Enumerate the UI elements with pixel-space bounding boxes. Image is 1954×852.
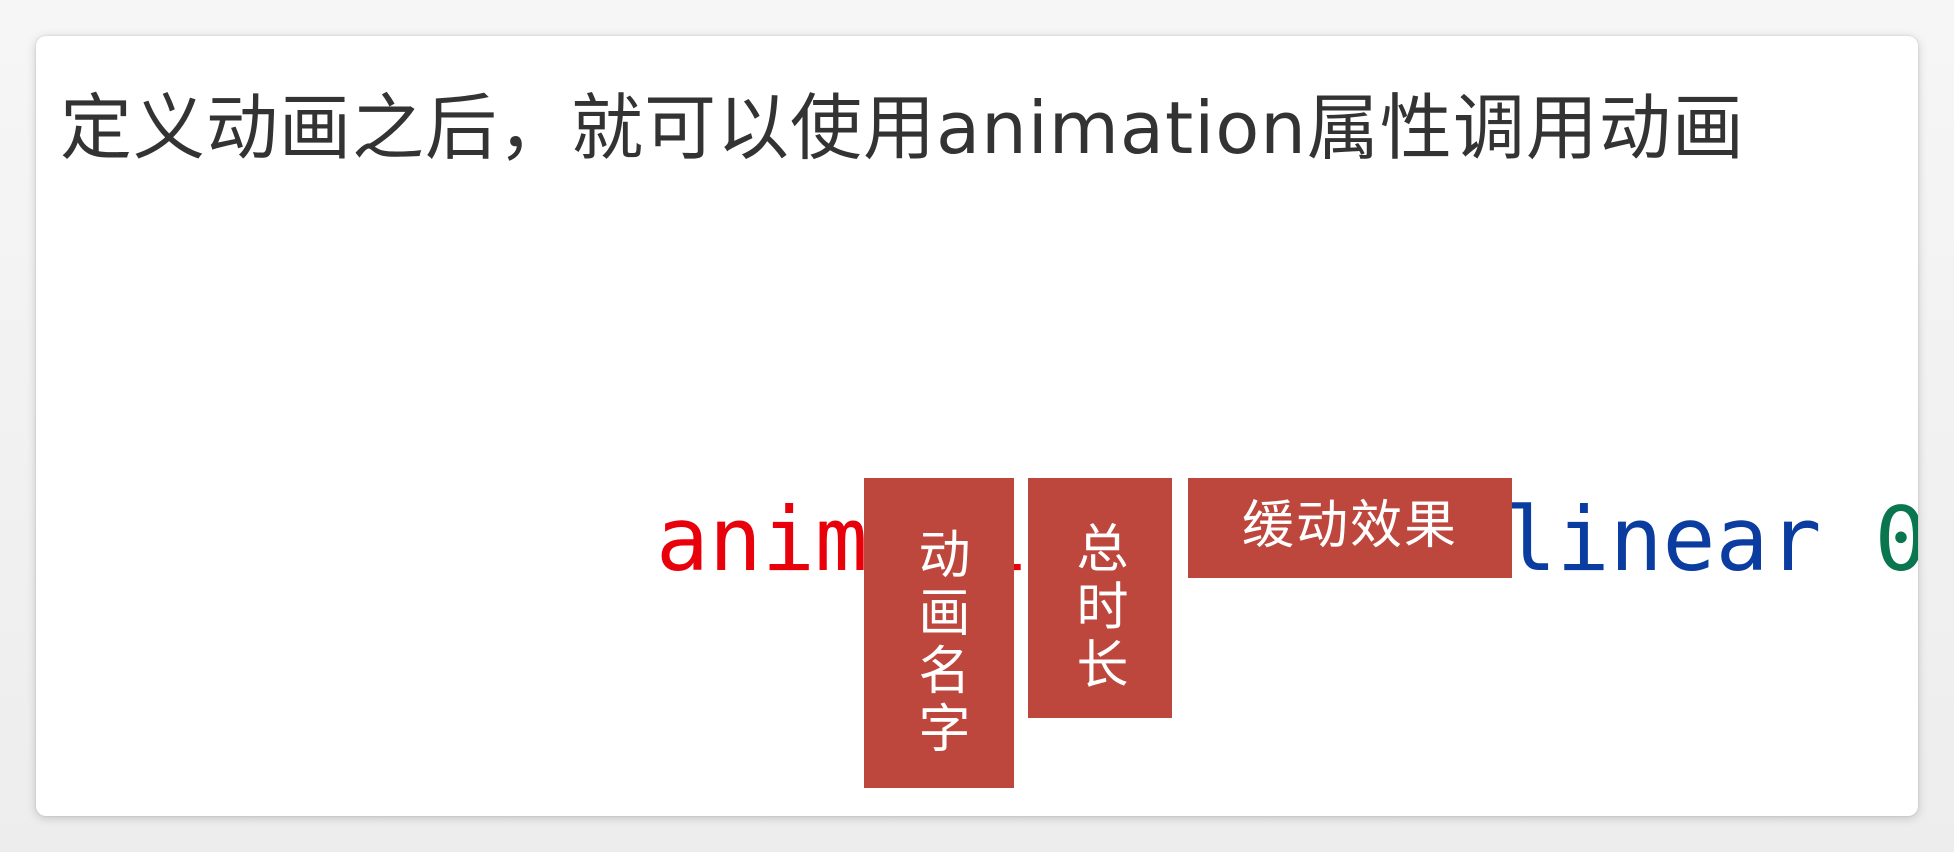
code-token-delay: 0s [1874,488,1918,591]
slide-card: 定义动画之后，就可以使用animation属性调用动画 animation: r… [36,36,1918,816]
label-timing-function: 缓动效果 [1188,478,1512,578]
code-token-timing-function: linear [1503,488,1875,591]
window-frame: 定义动画之后，就可以使用animation属性调用动画 animation: r… [0,0,1954,852]
label-duration: 总时长 [1028,478,1172,718]
slide-title: 定义动画之后，就可以使用animation属性调用动画 [60,86,1745,170]
label-animation-name: 动画名字 [864,478,1014,788]
